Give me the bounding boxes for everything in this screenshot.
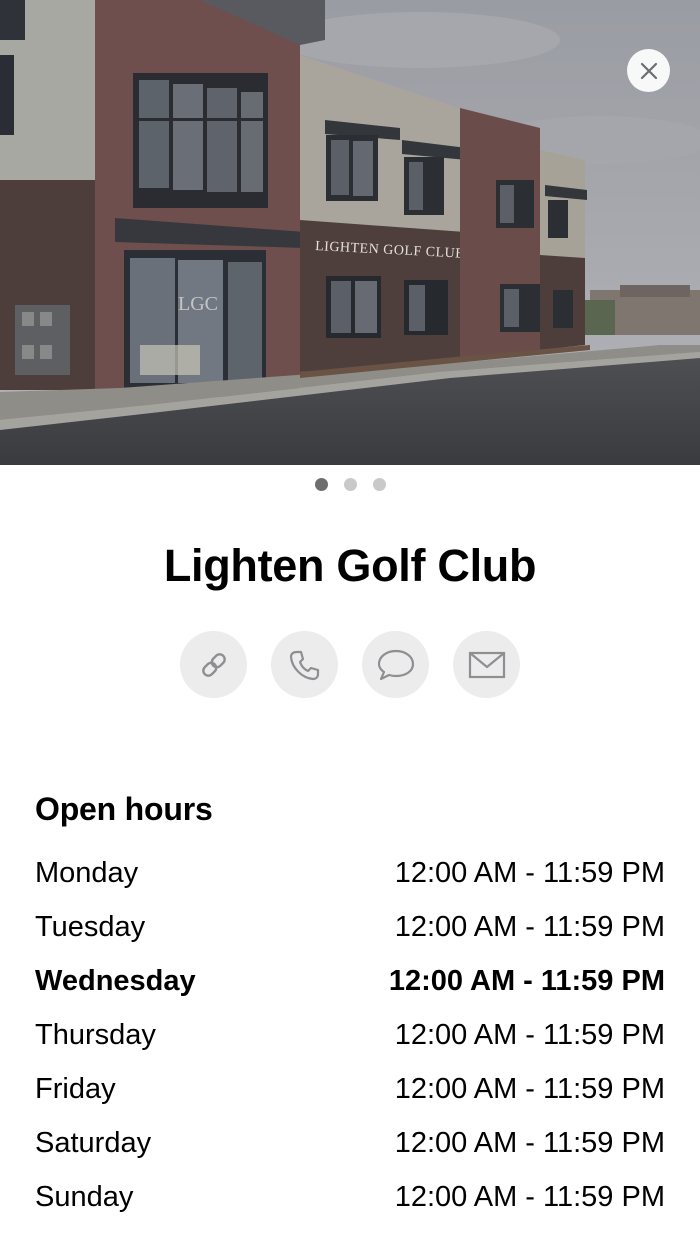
pager-dot[interactable] — [372, 477, 386, 491]
message-icon — [377, 649, 414, 680]
day-label: Sunday — [35, 1181, 134, 1213]
pager-dot[interactable] — [314, 477, 328, 491]
open-hours-heading: Open hours — [35, 791, 213, 827]
day-label: Saturday — [35, 1127, 152, 1159]
time-range: 12:00 AM - 11:59 PM — [394, 1127, 665, 1159]
email-button[interactable] — [453, 631, 520, 698]
link-icon — [201, 652, 226, 677]
svg-text:LGC: LGC — [178, 293, 218, 315]
hours-row-monday: Monday 12:00 AM - 11:59 PM — [35, 846, 665, 900]
place-photo[interactable]: LGC LIGHTEN GOLF CLUB — [0, 0, 700, 465]
day-label: Wednesday — [35, 965, 196, 997]
time-range: 12:00 AM - 11:59 PM — [394, 1019, 665, 1051]
hours-row-saturday: Saturday 12:00 AM - 11:59 PM — [35, 1116, 665, 1170]
time-range: 12:00 AM - 11:59 PM — [394, 1181, 665, 1213]
time-range: 12:00 AM - 11:59 PM — [394, 1073, 665, 1105]
time-range: 12:00 AM - 11:59 PM — [388, 965, 665, 997]
pager-dot[interactable] — [343, 477, 357, 491]
day-label: Thursday — [35, 1019, 156, 1051]
day-label: Monday — [35, 857, 139, 889]
action-bar — [0, 631, 700, 699]
close-icon — [640, 62, 657, 79]
open-hours-list: Monday 12:00 AM - 11:59 PM Tuesday 12:00… — [35, 846, 665, 1224]
hours-row-tuesday: Tuesday 12:00 AM - 11:59 PM — [35, 900, 665, 954]
hours-row-sunday: Sunday 12:00 AM - 11:59 PM — [35, 1170, 665, 1224]
call-button[interactable] — [271, 631, 338, 698]
hours-row-thursday: Thursday 12:00 AM - 11:59 PM — [35, 1008, 665, 1062]
hours-row-friday: Friday 12:00 AM - 11:59 PM — [35, 1062, 665, 1116]
message-button[interactable] — [362, 631, 429, 698]
phone-icon — [289, 650, 319, 680]
close-button[interactable] — [627, 49, 670, 92]
hours-row-wednesday: Wednesday 12:00 AM - 11:59 PM — [35, 954, 665, 1008]
website-button[interactable] — [180, 631, 247, 698]
place-detail-screen: LGC LIGHTEN GOLF CLUB Lighten Golf Club … — [0, 0, 700, 1244]
day-label: Tuesday — [35, 911, 146, 943]
photo-pager — [0, 477, 700, 491]
time-range: 12:00 AM - 11:59 PM — [394, 857, 665, 889]
day-label: Friday — [35, 1073, 116, 1105]
mail-icon — [468, 651, 505, 678]
place-title: Lighten Golf Club — [163, 540, 537, 591]
time-range: 12:00 AM - 11:59 PM — [394, 911, 665, 943]
building-photo: LGC LIGHTEN GOLF CLUB — [0, 0, 700, 465]
